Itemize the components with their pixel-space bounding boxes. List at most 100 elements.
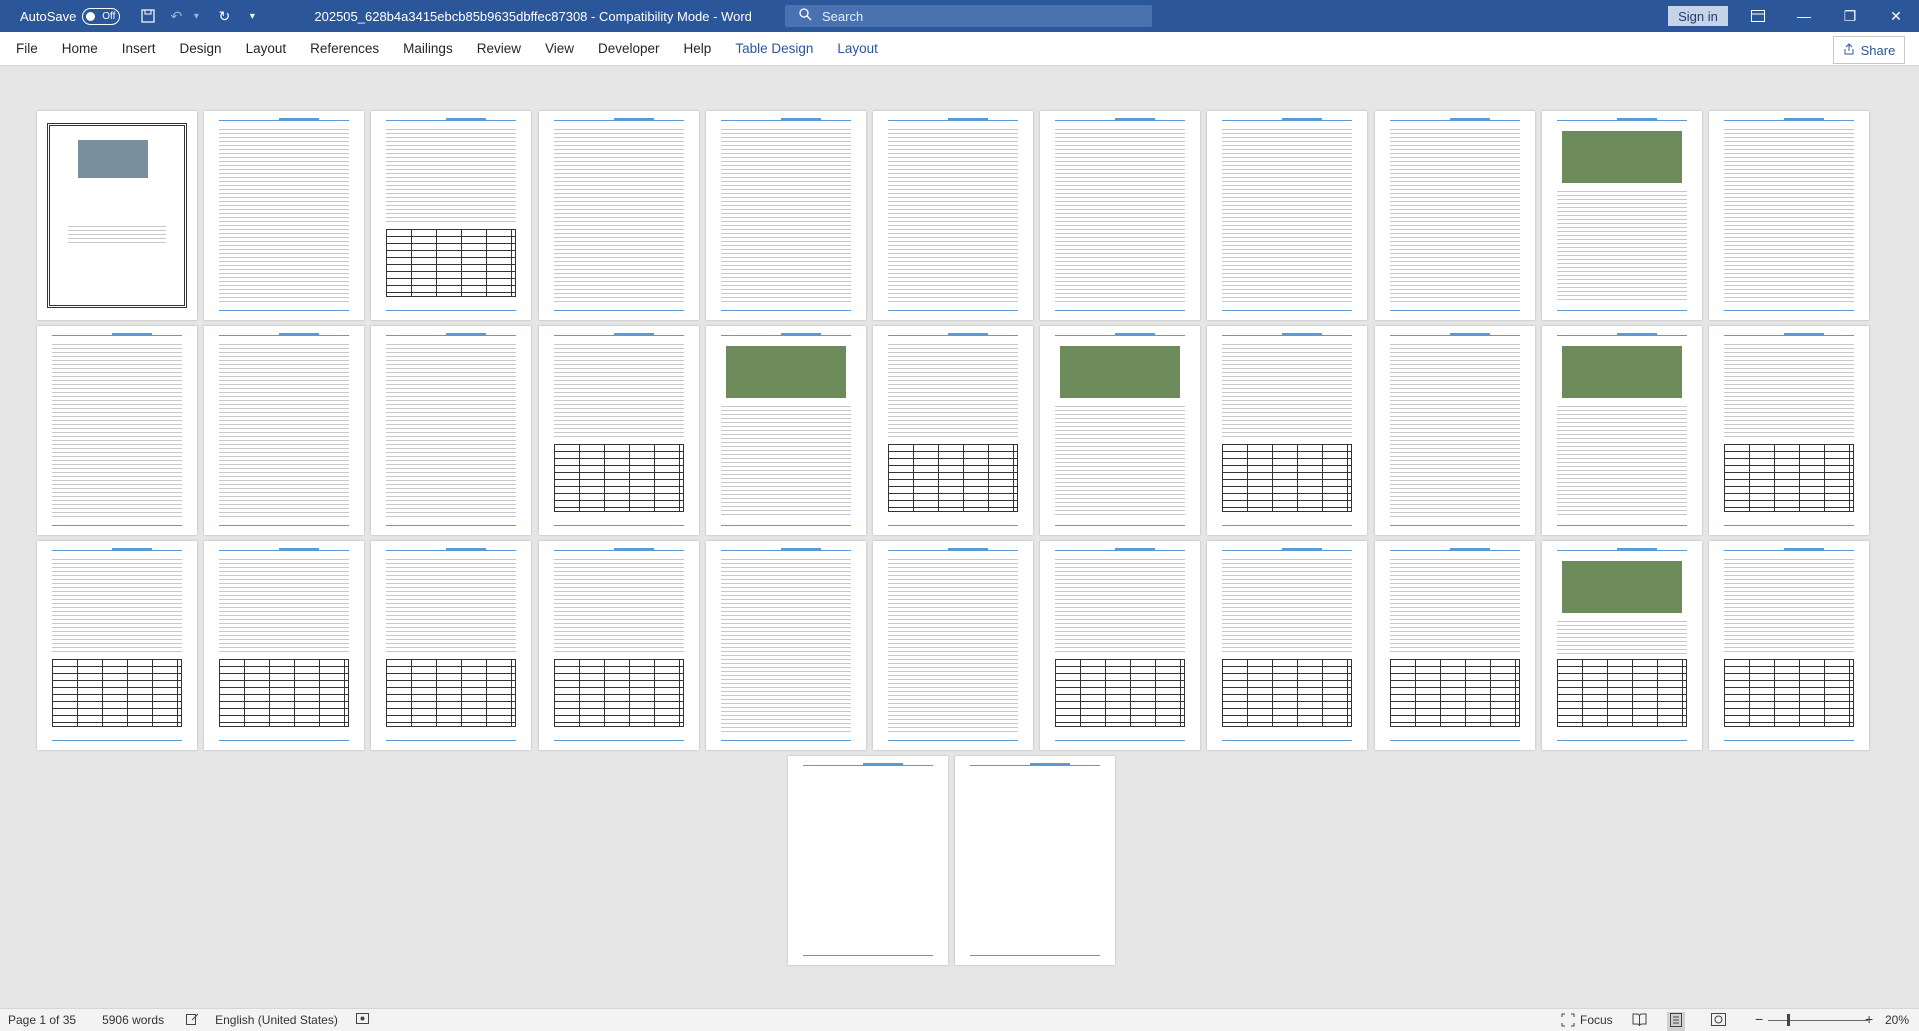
page-thumbnail[interactable]: [1709, 541, 1869, 750]
tab-developer[interactable]: Developer: [586, 32, 672, 66]
page-text-block: [386, 129, 516, 225]
page-text-block: [888, 344, 1018, 440]
page-image: [1060, 346, 1180, 398]
undo-icon[interactable]: ↶: [166, 6, 186, 26]
page-thumbnail[interactable]: [1040, 111, 1200, 320]
zoom-slider[interactable]: [1768, 1020, 1868, 1021]
redo-icon[interactable]: ↻: [214, 6, 234, 26]
customize-qat-icon[interactable]: ▾: [242, 6, 262, 26]
page-thumbnail[interactable]: [539, 541, 699, 750]
page-table: [219, 659, 349, 727]
page-thumbnail[interactable]: [37, 541, 197, 750]
page-thumbnail[interactable]: [204, 541, 364, 750]
page-thumbnail[interactable]: [1375, 541, 1535, 750]
page-footer-rule: [554, 740, 684, 741]
page-thumbnail[interactable]: [1207, 541, 1367, 750]
page-thumbnail[interactable]: [37, 326, 197, 535]
page-text-block: [386, 344, 516, 517]
page-text-block: [888, 129, 1018, 302]
tab-home[interactable]: Home: [50, 32, 110, 66]
search-box[interactable]: Search: [785, 5, 1152, 27]
close-icon[interactable]: ✕: [1873, 0, 1919, 32]
page-header-rule: [1557, 548, 1687, 553]
page-thumbnail[interactable]: [873, 541, 1033, 750]
page-header-rule: [554, 548, 684, 553]
page-thumbnail[interactable]: [1542, 111, 1702, 320]
zoom-slider-thumb[interactable]: [1787, 1014, 1790, 1026]
page-header-rule: [888, 333, 1018, 338]
ribbon-display-icon[interactable]: [1735, 0, 1781, 32]
page-table: [52, 659, 182, 727]
page-thumbnail[interactable]: [1040, 541, 1200, 750]
tab-review[interactable]: Review: [465, 32, 533, 66]
tab-help[interactable]: Help: [672, 32, 724, 66]
web-layout-icon[interactable]: [1711, 1013, 1726, 1029]
page-header-rule: [1390, 548, 1520, 553]
page-thumbnail[interactable]: [371, 111, 531, 320]
zoom-out-button[interactable]: −: [1755, 1011, 1763, 1027]
page-footer-rule: [1557, 525, 1687, 526]
page-thumbnail[interactable]: [1709, 111, 1869, 320]
language[interactable]: English (United States): [215, 1013, 338, 1027]
page-thumbnail[interactable]: [204, 326, 364, 535]
tab-table-layout[interactable]: Layout: [825, 32, 890, 66]
autosave-control[interactable]: AutoSave Off: [20, 7, 121, 25]
page-thumbnail[interactable]: [539, 111, 699, 320]
tab-mailings[interactable]: Mailings: [391, 32, 465, 66]
macro-recording-icon[interactable]: [355, 1013, 369, 1027]
share-button[interactable]: Share: [1833, 36, 1905, 64]
page-header-rule: [1055, 548, 1185, 553]
read-mode-icon[interactable]: [1632, 1013, 1647, 1029]
page-thumbnail[interactable]: [1207, 111, 1367, 320]
word-count[interactable]: 5906 words: [102, 1013, 164, 1027]
minimize-icon[interactable]: —: [1781, 0, 1827, 32]
focus-label[interactable]: Focus: [1580, 1013, 1613, 1027]
page-thumbnail[interactable]: [1207, 326, 1367, 535]
page-thumbnail[interactable]: [873, 326, 1033, 535]
page-info[interactable]: Page 1 of 35: [8, 1013, 76, 1027]
page-thumbnail[interactable]: [1375, 111, 1535, 320]
autosave-toggle[interactable]: Off: [82, 7, 121, 25]
zoom-level[interactable]: 20%: [1885, 1013, 1909, 1027]
page-thumbnail[interactable]: [539, 326, 699, 535]
page-thumbnail[interactable]: [371, 541, 531, 750]
page-thumbnail[interactable]: [1542, 541, 1702, 750]
tab-file[interactable]: File: [4, 32, 50, 66]
share-icon: [1843, 42, 1855, 58]
focus-icon[interactable]: [1561, 1013, 1575, 1030]
page-thumbnail[interactable]: [37, 111, 197, 320]
page-thumbnail[interactable]: [1375, 326, 1535, 535]
page-thumbnail[interactable]: [1709, 326, 1869, 535]
page-thumbnail[interactable]: [873, 111, 1033, 320]
document-canvas[interactable]: [0, 66, 1919, 1008]
sign-in-button[interactable]: Sign in: [1668, 6, 1728, 26]
page-thumbnail[interactable]: [706, 111, 866, 320]
restore-icon[interactable]: ❐: [1827, 0, 1873, 32]
undo-dropdown-icon[interactable]: ▾: [186, 6, 206, 26]
page-thumbnail[interactable]: [706, 326, 866, 535]
autosave-label: AutoSave: [20, 8, 77, 24]
tab-references[interactable]: References: [298, 32, 391, 66]
tab-layout[interactable]: Layout: [234, 32, 299, 66]
page-table: [1222, 659, 1352, 727]
tab-view[interactable]: View: [533, 32, 586, 66]
page-thumbnail[interactable]: [204, 111, 364, 320]
page-footer-rule: [386, 310, 516, 311]
page-thumbnail[interactable]: [788, 756, 948, 965]
page-header-rule: [386, 333, 516, 338]
page-header-rule: [1724, 548, 1854, 553]
page-thumbnail[interactable]: [706, 541, 866, 750]
proofing-icon[interactable]: [186, 1013, 199, 1028]
search-icon: [799, 8, 812, 24]
page-thumbnail[interactable]: [371, 326, 531, 535]
page-thumbnail[interactable]: [1542, 326, 1702, 535]
save-icon[interactable]: [138, 6, 158, 26]
page-text-block: [1222, 129, 1352, 302]
zoom-in-button[interactable]: +: [1865, 1011, 1873, 1027]
print-layout-icon[interactable]: [1667, 1012, 1685, 1031]
tab-table-design[interactable]: Table Design: [723, 32, 825, 66]
page-thumbnail[interactable]: [1040, 326, 1200, 535]
tab-insert[interactable]: Insert: [110, 32, 168, 66]
tab-design[interactable]: Design: [168, 32, 234, 66]
page-thumbnail[interactable]: [955, 756, 1115, 965]
